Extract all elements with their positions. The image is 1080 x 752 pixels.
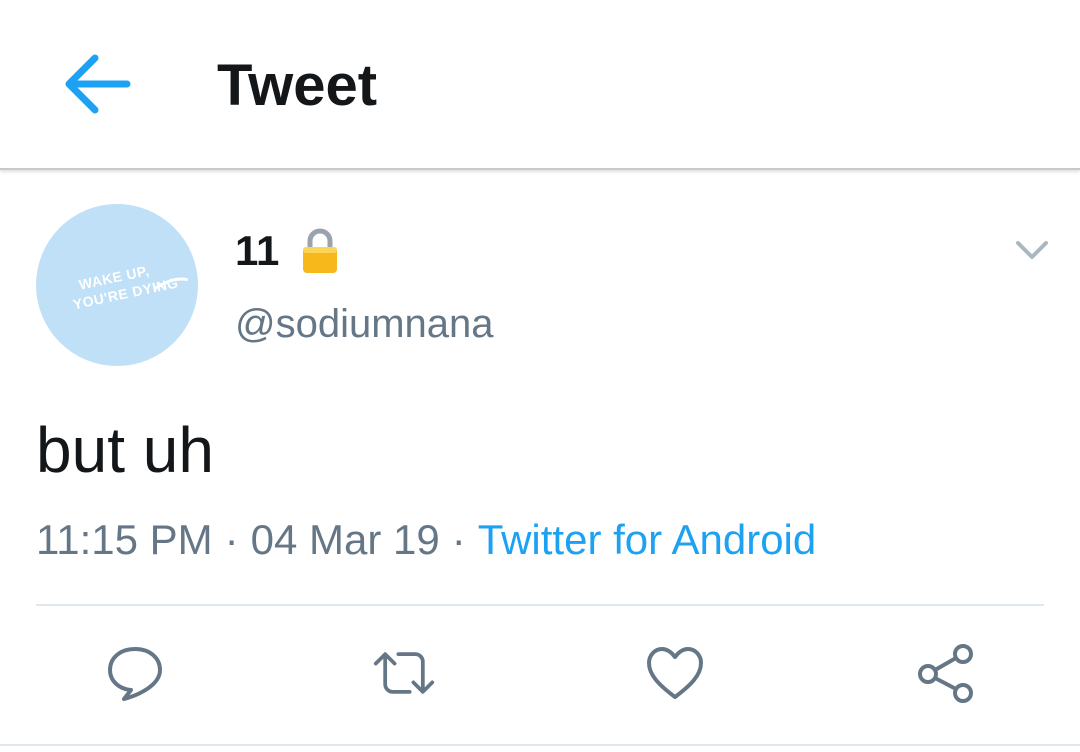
bottom-divider <box>0 744 1080 746</box>
display-name-text: 11 <box>235 227 280 274</box>
app-bar: Tweet <box>0 0 1080 170</box>
tweet-text: but uh <box>36 414 214 486</box>
page-title: Tweet <box>217 53 378 118</box>
lock-icon <box>301 228 339 274</box>
avatar-logo: WAKE UP, YOU'RE DYING <box>71 262 188 312</box>
tweet-date: 04 Mar 19 <box>250 516 440 563</box>
meta-separator: · <box>451 516 466 563</box>
chevron-down-icon <box>1016 241 1048 259</box>
meta-separator: · <box>224 516 239 563</box>
reply-button[interactable] <box>103 640 167 706</box>
arrow-left-icon <box>65 54 131 114</box>
share-button[interactable] <box>914 640 978 706</box>
display-name[interactable]: 11 <box>235 226 339 276</box>
tweet-source-link[interactable]: Twitter for Android <box>478 516 816 563</box>
heart-icon <box>647 647 703 699</box>
like-button[interactable] <box>643 640 707 706</box>
tweet-options-button[interactable] <box>1008 228 1056 272</box>
reply-icon <box>108 647 162 701</box>
retweet-button[interactable] <box>372 640 436 706</box>
user-handle[interactable]: @sodiumnana <box>235 300 494 348</box>
retweet-icon <box>373 652 435 694</box>
back-button[interactable] <box>58 48 134 120</box>
tweet-time: 11:15 PM <box>36 516 213 563</box>
tweet-meta: 11:15 PM · 04 Mar 19 · Twitter for Android <box>36 514 816 566</box>
share-icon <box>918 644 973 703</box>
divider <box>36 604 1044 606</box>
avatar[interactable]: WAKE UP, YOU'RE DYING <box>36 204 198 366</box>
